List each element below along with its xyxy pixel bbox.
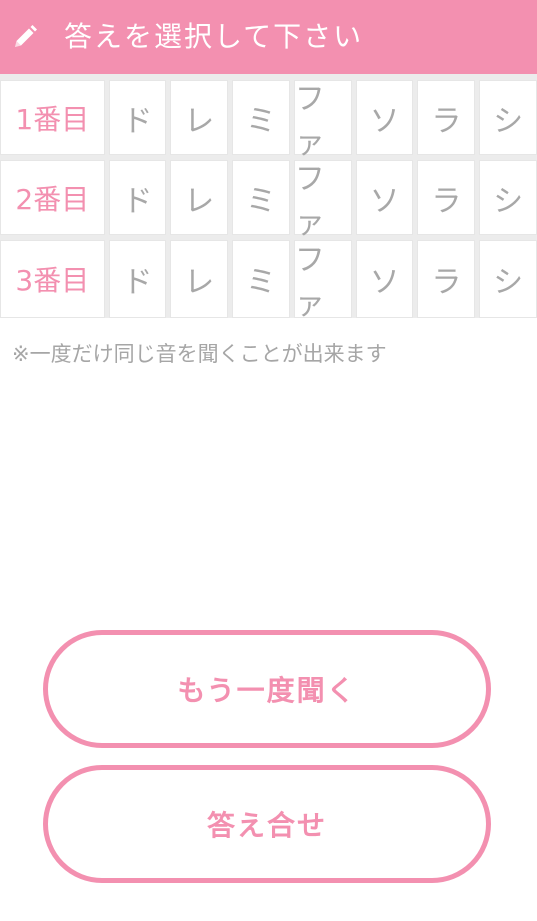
answer-row-2: 2番目 ド レ ミ ファ ソ ラ シ [0, 160, 537, 241]
note-button-so[interactable]: ソ [355, 160, 414, 235]
replay-button[interactable]: もう一度聞く [43, 630, 491, 748]
note-button-fa[interactable]: ファ [293, 160, 352, 241]
note-button-do[interactable]: ド [108, 160, 167, 235]
answer-grid: 1番目 ド レ ミ ファ ソ ラ シ 2番目 ド レ ミ ファ ソ ラ シ 3番… [0, 74, 537, 322]
answer-row-1: 1番目 ド レ ミ ファ ソ ラ シ [0, 80, 537, 161]
note-button-so[interactable]: ソ [355, 240, 414, 318]
note-button-mi[interactable]: ミ [232, 80, 290, 155]
hint-text: ※一度だけ同じ音を聞くことが出来ます [12, 342, 387, 366]
note-button-re[interactable]: レ [170, 160, 229, 235]
note-button-ra[interactable]: ラ [417, 240, 476, 318]
note-button-shi[interactable]: シ [479, 240, 537, 318]
pencil-icon [11, 23, 39, 51]
note-button-mi[interactable]: ミ [232, 240, 290, 318]
note-button-do[interactable]: ド [108, 240, 167, 318]
note-button-ra[interactable]: ラ [417, 160, 476, 235]
row-label: 3番目 [0, 240, 105, 318]
note-button-mi[interactable]: ミ [232, 160, 290, 235]
note-button-fa[interactable]: ファ [293, 80, 352, 161]
note-button-ra[interactable]: ラ [417, 80, 476, 155]
note-button-shi[interactable]: シ [479, 160, 537, 235]
note-button-re[interactable]: レ [170, 80, 229, 155]
header-bar: 答えを選択して下さい [0, 0, 537, 74]
note-button-so[interactable]: ソ [355, 80, 414, 155]
note-button-fa[interactable]: ファ [293, 240, 352, 322]
row-label: 1番目 [0, 80, 105, 155]
note-button-do[interactable]: ド [108, 80, 167, 155]
note-button-re[interactable]: レ [170, 240, 229, 318]
page-title: 答えを選択して下さい [64, 20, 364, 53]
answer-row-3: 3番目 ド レ ミ ファ ソ ラ シ [0, 240, 537, 322]
check-answer-button[interactable]: 答え合せ [43, 765, 491, 883]
note-button-shi[interactable]: シ [479, 80, 537, 155]
quiz-screen: 答えを選択して下さい 1番目 ド レ ミ ファ ソ ラ シ 2番目 ド レ ミ … [0, 0, 537, 921]
row-label: 2番目 [0, 160, 105, 235]
